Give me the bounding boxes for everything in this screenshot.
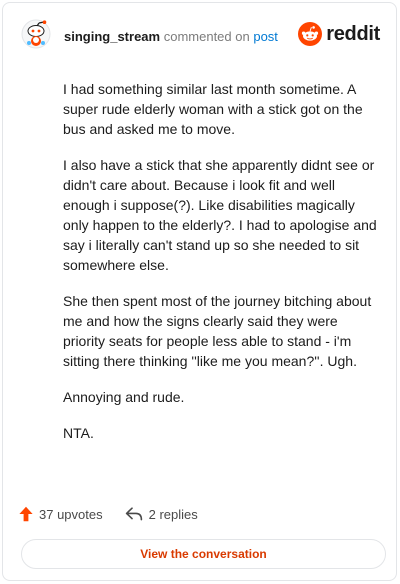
comment-paragraph: NTA. [63, 425, 94, 441]
upvote-arrow-icon [19, 506, 33, 522]
reddit-logo[interactable]: reddit [298, 21, 380, 47]
comment-card: singing_stream commented on post reddit … [2, 2, 397, 581]
view-conversation-button[interactable]: View the conversation [21, 539, 386, 569]
comment-paragraph: Annoying and rude. [63, 389, 185, 405]
comment-meta: singing_stream commented on post [64, 29, 278, 44]
commented-on-text: commented on [163, 29, 250, 44]
comment-paragraph: I had something similar last month somet… [63, 81, 363, 137]
reddit-wordmark: reddit [326, 22, 380, 45]
reddit-alien-icon [298, 22, 323, 46]
upvote-button[interactable]: 37 upvotes [19, 506, 103, 522]
comment-footer: 37 upvotes 2 replies [19, 503, 198, 525]
replies-button[interactable]: 2 replies [125, 507, 198, 522]
username-link[interactable]: singing_stream [64, 29, 160, 44]
comment-header: singing_stream commented on post reddit [21, 19, 380, 55]
comment-paragraph: She then spent most of the journey bitch… [63, 293, 372, 369]
reply-count: 2 replies [148, 506, 198, 522]
post-link[interactable]: post [253, 29, 278, 44]
comment-body: I had something similar last month somet… [63, 79, 379, 459]
upvote-count: 37 upvotes [39, 506, 103, 522]
reply-arrow-icon [125, 507, 142, 521]
comment-paragraph: I also have a stick that she apparently … [63, 157, 377, 273]
snoo-avatar-icon[interactable] [21, 19, 51, 49]
